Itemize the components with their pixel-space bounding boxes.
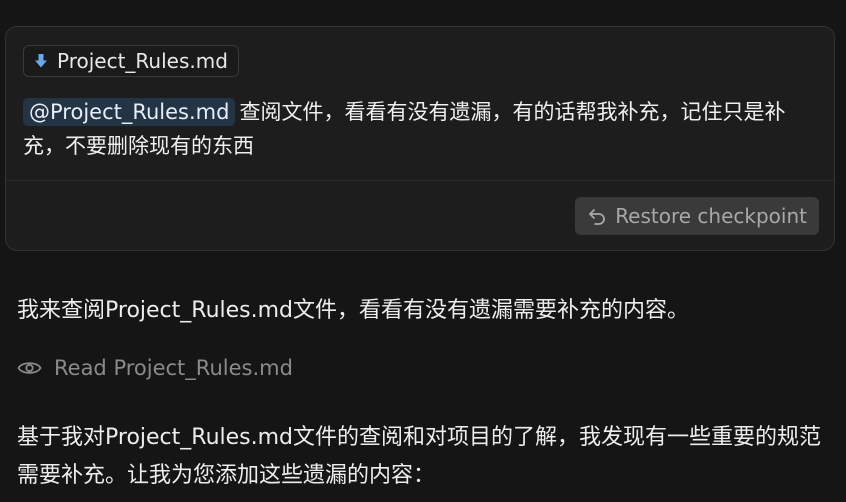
user-message-card: Project_Rules.md @Project_Rules.md 查阅文件，看…	[5, 26, 835, 251]
tool-call-read-file[interactable]: Read Project_Rules.md	[17, 356, 293, 380]
eye-icon	[17, 359, 42, 377]
assistant-intro-text: 我来查阅Project_Rules.md文件，看看有没有遗漏需要补充的内容。	[17, 298, 690, 323]
restore-checkpoint-button[interactable]: Restore checkpoint	[575, 197, 819, 235]
restore-checkpoint-label: Restore checkpoint	[615, 204, 807, 228]
attached-file-name: Project_Rules.md	[57, 49, 228, 73]
attached-file-chip[interactable]: Project_Rules.md	[23, 45, 239, 77]
user-message-text: @Project_Rules.md 查阅文件，看看有没有遗漏，有的话帮我补充，记住…	[23, 95, 823, 163]
tool-call-label: Read Project_Rules.md	[54, 356, 293, 380]
card-divider	[6, 180, 834, 181]
file-mention[interactable]: @Project_Rules.md	[23, 98, 236, 126]
download-arrow-icon	[34, 53, 48, 69]
undo-arrow-icon	[587, 206, 607, 226]
assistant-followup-text: 基于我对Project_Rules.md文件的查阅和对项目的了解，我发现有一些重…	[17, 425, 822, 488]
